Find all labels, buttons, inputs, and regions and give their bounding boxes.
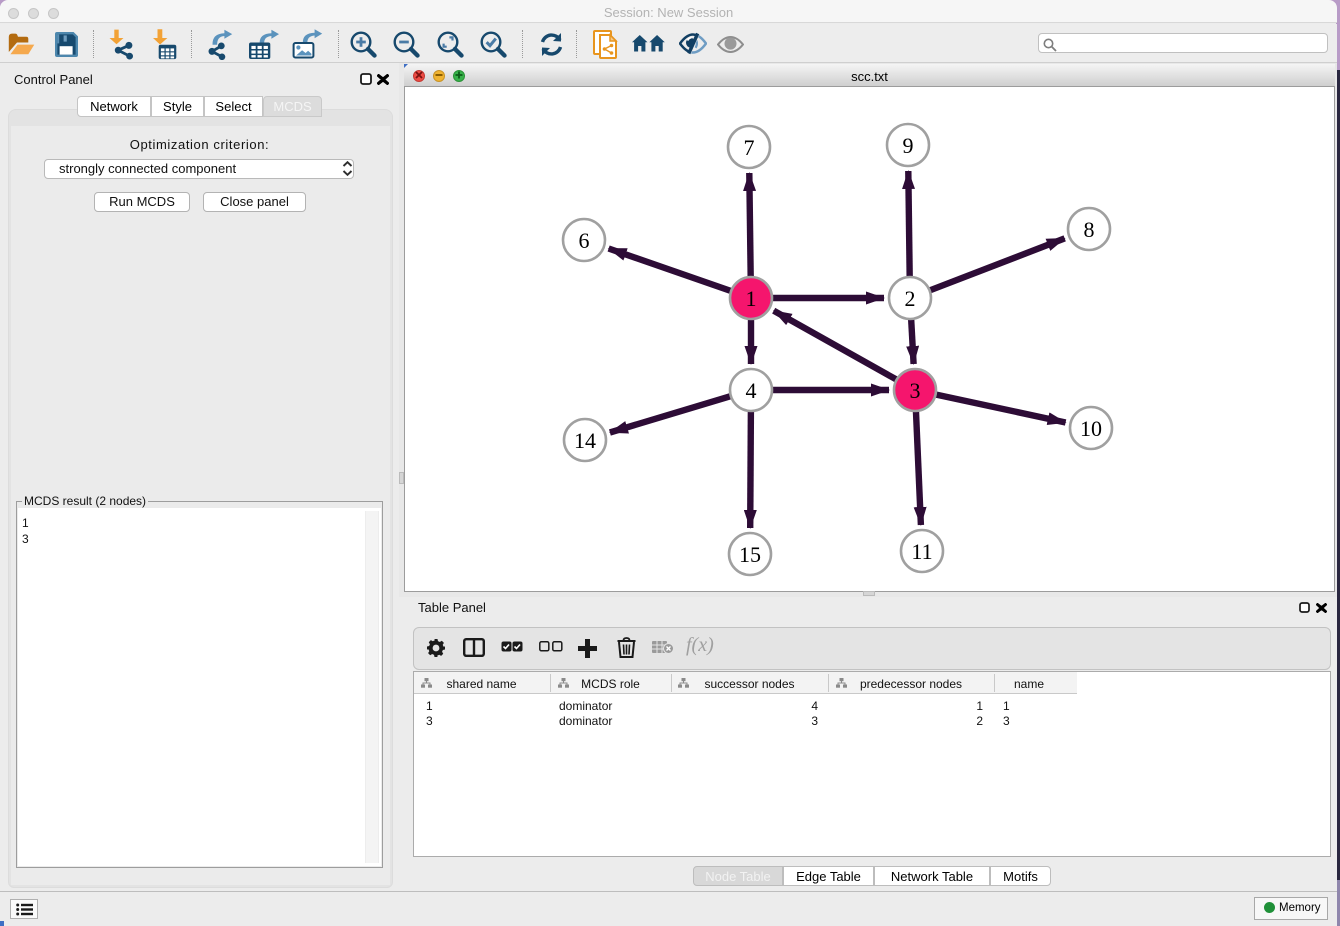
svg-text:2: 2 xyxy=(905,286,916,311)
svg-text:14: 14 xyxy=(574,428,596,453)
svg-text:9: 9 xyxy=(903,133,914,158)
svg-text:4: 4 xyxy=(746,378,757,403)
svg-text:7: 7 xyxy=(744,135,755,160)
svg-text:15: 15 xyxy=(739,542,761,567)
svg-text:10: 10 xyxy=(1080,416,1102,441)
svg-text:1: 1 xyxy=(746,286,757,311)
svg-text:3: 3 xyxy=(910,378,921,403)
svg-text:8: 8 xyxy=(1084,217,1095,242)
svg-text:6: 6 xyxy=(579,228,590,253)
svg-text:11: 11 xyxy=(911,539,932,564)
